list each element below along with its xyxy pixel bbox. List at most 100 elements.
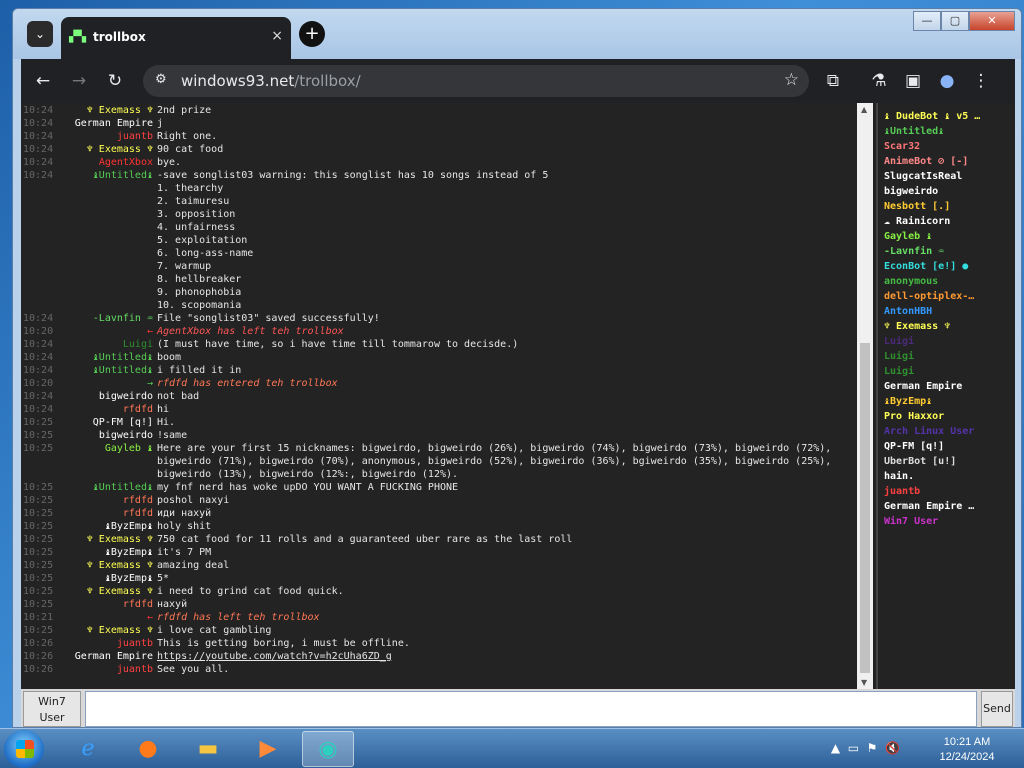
- tab-close-icon[interactable]: ×: [271, 28, 283, 44]
- chat-scrollbar[interactable]: ▲ ▼: [857, 103, 873, 689]
- chat-nick[interactable]: ♆ Exemass ♆: [21, 143, 153, 156]
- new-tab-button[interactable]: +: [299, 21, 325, 47]
- chat-nick[interactable]: bigweirdo: [21, 390, 153, 403]
- chat-message: иди нахуй: [157, 508, 212, 519]
- chat-nick[interactable]: ←: [21, 325, 153, 338]
- address-bar[interactable]: ⚙ windows93.net/trollbox/ ☆: [143, 65, 809, 97]
- site-info-icon[interactable]: ⚙: [155, 72, 167, 87]
- reload-icon[interactable]: ↻: [103, 69, 127, 93]
- chat-nick[interactable]: ♆ Exemass ♆: [21, 559, 153, 572]
- tab-search-button[interactable]: ⌄: [27, 21, 53, 47]
- send-button[interactable]: Send: [981, 691, 1013, 727]
- chat-row: 10:21 ← rfdfd has left teh trollbox: [21, 611, 857, 624]
- user-list-item[interactable]: SlugcatIsReal: [884, 169, 962, 184]
- user-list-item[interactable]: ♝ DudeBot ♝ v5 …: [884, 109, 980, 124]
- user-list-item[interactable]: Pro Haxxor: [884, 409, 944, 424]
- user-list-item[interactable]: QP-FM [q!]: [884, 439, 944, 454]
- user-list-item[interactable]: EconBot [e!] ●: [884, 259, 968, 274]
- chat-nick[interactable]: ♆ Exemass ♆: [21, 624, 153, 637]
- chat-nick[interactable]: rfdfd: [21, 598, 153, 611]
- user-list-item[interactable]: hain.: [884, 469, 914, 484]
- chat-nick[interactable]: ♆ Exemass ♆: [21, 533, 153, 546]
- start-button[interactable]: [4, 730, 44, 768]
- labs-flask-icon[interactable]: ⚗: [867, 69, 891, 93]
- chat-nick[interactable]: ♝ByzEmp♝: [21, 572, 153, 585]
- user-list-item[interactable]: Arch Linux User: [884, 424, 974, 439]
- chat-link[interactable]: https://youtube.com/watch?v=h2cUha6ZD_g: [157, 650, 392, 663]
- media-player-icon[interactable]: ▶: [242, 731, 294, 767]
- ie-icon[interactable]: ℯ: [62, 731, 114, 767]
- chat-nick[interactable]: Gayleb ♝: [21, 442, 153, 455]
- chat-nick[interactable]: ♝Untitled♝: [21, 169, 153, 182]
- user-list-item[interactable]: ♝Untitled♝: [884, 124, 944, 139]
- bookmark-star-icon[interactable]: ☆: [784, 70, 799, 90]
- chat-nick[interactable]: ♝Untitled♝: [21, 364, 153, 377]
- user-list-item[interactable]: ♆ Exemass ♆: [884, 319, 950, 334]
- close-button[interactable]: ✕: [969, 11, 1015, 31]
- chat-nick[interactable]: ♆ Exemass ♆: [21, 104, 153, 117]
- side-panel-icon[interactable]: ▣: [901, 69, 925, 93]
- chat-nick[interactable]: juantb: [21, 637, 153, 650]
- user-list-item[interactable]: UberBot [u!]: [884, 454, 956, 469]
- chat-nick[interactable]: QP-FM [q!]: [21, 416, 153, 429]
- user-list-item[interactable]: bigweirdo: [884, 184, 938, 199]
- user-list-item[interactable]: Luigi: [884, 334, 914, 349]
- user-list-item[interactable]: AnimeBot ⊘ [-]: [884, 154, 968, 169]
- user-list-item[interactable]: ☁ Rainicorn: [884, 214, 950, 229]
- message-input[interactable]: [85, 691, 977, 727]
- chat-nick[interactable]: juantb: [21, 663, 153, 676]
- chat-nick[interactable]: Luigi: [21, 338, 153, 351]
- menu-kebab-icon[interactable]: ⋮: [969, 69, 993, 93]
- user-list-item[interactable]: Gayleb ♝: [884, 229, 932, 244]
- chat-nick[interactable]: rfdfd: [21, 494, 153, 507]
- chat-nick[interactable]: ←: [21, 611, 153, 624]
- user-list-item[interactable]: Nesbott [.]: [884, 199, 950, 214]
- user-list-item[interactable]: dell-optiplex-…: [884, 289, 974, 304]
- clock[interactable]: 10:21 AM 12/24/2024: [924, 735, 1010, 765]
- chat-nick[interactable]: ♝ByzEmp♝: [21, 546, 153, 559]
- extensions-icon[interactable]: ⧉: [821, 69, 845, 93]
- chat-nick[interactable]: ♝Untitled♝: [21, 481, 153, 494]
- forward-icon[interactable]: →: [67, 69, 91, 93]
- scroll-down-icon[interactable]: ▼: [861, 678, 867, 687]
- chat-nick[interactable]: German Empire: [21, 650, 153, 663]
- user-list-item[interactable]: -Lavnfin ♒: [884, 244, 944, 259]
- chat-nick[interactable]: ♆ Exemass ♆: [21, 585, 153, 598]
- user-list-item[interactable]: German Empire …: [884, 499, 974, 514]
- maximize-button[interactable]: ▢: [941, 11, 969, 31]
- chat-nick[interactable]: ♝ByzEmp♝: [21, 520, 153, 533]
- user-list-item[interactable]: Scar32: [884, 139, 920, 154]
- chat-nick[interactable]: rfdfd: [21, 403, 153, 416]
- chat-nick[interactable]: ♝Untitled♝: [21, 351, 153, 364]
- chat-nick[interactable]: rfdfd: [21, 507, 153, 520]
- user-list-item[interactable]: AntonHBH: [884, 304, 932, 319]
- profile-avatar-icon[interactable]: ●: [935, 69, 959, 93]
- chat-row: 10:26 juantb This is getting boring, i mus…: [21, 637, 857, 650]
- tab-trollbox[interactable]: ▞▚ trollbox ×: [61, 17, 291, 59]
- firefox-icon[interactable]: ●: [122, 731, 174, 767]
- explorer-folder-icon[interactable]: ▬: [182, 731, 234, 767]
- current-user-button[interactable]: Win7 User: [23, 691, 81, 727]
- chat-message: it's 7 PM: [157, 547, 212, 558]
- minimize-button[interactable]: —: [913, 11, 941, 31]
- user-list-item[interactable]: ♝ByzEmp♝: [884, 394, 932, 409]
- chat-nick[interactable]: German Empire: [21, 117, 153, 130]
- chat-row: 10:26 German Empire https://youtube.com/wa…: [21, 650, 857, 663]
- user-list-item[interactable]: juantb: [884, 484, 920, 499]
- chat-nick[interactable]: juantb: [21, 130, 153, 143]
- chat-nick[interactable]: -Lavnfin ♒: [21, 312, 153, 325]
- back-icon[interactable]: ←: [31, 69, 55, 93]
- user-list-item[interactable]: Luigi: [884, 349, 914, 364]
- user-list-item[interactable]: Luigi: [884, 364, 914, 379]
- scroll-up-icon[interactable]: ▲: [861, 105, 867, 114]
- user-list-item[interactable]: German Empire: [884, 379, 962, 394]
- browser-toolbar: ← → ↻ ⚙ windows93.net/trollbox/ ☆ ⧉ ⚗ ▣ …: [21, 59, 1015, 103]
- chrome-app-icon[interactable]: ◉: [302, 731, 354, 767]
- chat-nick[interactable]: →: [21, 377, 153, 390]
- chat-nick[interactable]: bigweirdo: [21, 429, 153, 442]
- chat-nick[interactable]: AgentXbox: [21, 156, 153, 169]
- scroll-thumb[interactable]: [860, 343, 870, 673]
- user-list-item[interactable]: Win7 User: [884, 514, 938, 529]
- user-list-item[interactable]: anonymous: [884, 274, 938, 289]
- tray-icons[interactable]: ▲ ▭ ⚑ 🔇: [831, 741, 900, 755]
